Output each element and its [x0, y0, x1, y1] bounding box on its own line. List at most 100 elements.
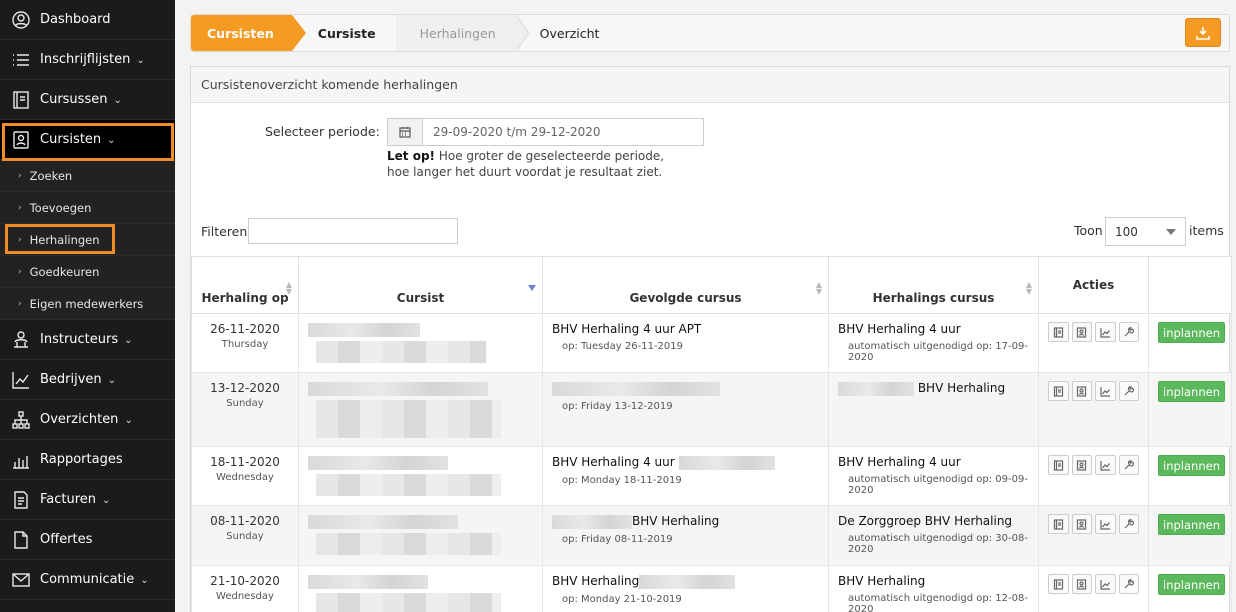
- sidebar-item-communicatie[interactable]: Communicatie ⌄: [0, 560, 175, 600]
- course-title-label: BHV Herhaling: [552, 574, 640, 588]
- header-label: Herhalings cursus: [872, 291, 995, 305]
- day-value: Sunday: [226, 531, 264, 542]
- herhalingen-panel: Cursistenoverzicht komende herhalingen S…: [190, 66, 1232, 612]
- sidebar-subitem-zoeken[interactable]: › Zoeken: [0, 160, 175, 192]
- column-header-herhaling-op[interactable]: Herhaling op ▲ ▼: [191, 256, 299, 314]
- sidebar-item-cursisten[interactable]: Cursisten ⌄: [0, 120, 175, 160]
- column-header-gevolgde-cursus[interactable]: Gevolgde cursus ▲ ▼: [542, 256, 829, 314]
- wrench-icon[interactable]: [1118, 514, 1139, 534]
- filter-input[interactable]: [248, 218, 458, 244]
- course-title[interactable]: BHV Herhaling: [552, 514, 819, 529]
- column-header-herhalings-cursus[interactable]: Herhalings cursus ▲ ▼: [828, 256, 1039, 314]
- breadcrumb-item-cursiste[interactable]: Cursiste: [291, 15, 396, 51]
- repeat-course-title[interactable]: De Zorggroep BHV Herhaling: [838, 514, 1029, 528]
- repeat-course-title[interactable]: BHV Herhaling: [838, 574, 1029, 588]
- chevron-right-icon: ›: [18, 234, 22, 245]
- redacted-cursist: [308, 322, 420, 337]
- repeat-cell: BHV Herhaling 4 uur automatisch uitgenodi…: [828, 446, 1039, 506]
- wrench-icon[interactable]: [1118, 574, 1139, 594]
- course-title[interactable]: BHV Herhaling 4 uur: [552, 455, 819, 470]
- day-value: Wednesday: [216, 472, 274, 483]
- redacted-cursist: [308, 455, 448, 470]
- chart-icon[interactable]: [1095, 514, 1116, 534]
- repeat-invite-date: automatisch uitgenodigd op: 17-09-2020: [848, 341, 1028, 363]
- date-value: 26-11-2020: [210, 322, 280, 336]
- instructor-icon: [10, 329, 32, 351]
- redacted-course: [678, 455, 775, 470]
- inplannen-button[interactable]: inplannen: [1158, 322, 1225, 343]
- sidebar-subitem-herhalingen[interactable]: › Herhalingen: [0, 224, 175, 256]
- sidebar-item-overzichten[interactable]: Overzichten ⌄: [0, 400, 175, 440]
- repeat-course-title[interactable]: BHV Herhaling: [838, 381, 1029, 396]
- course-title[interactable]: BHV Herhaling 4 uur APT: [552, 322, 819, 336]
- course-title-label: BHV Herhaling 4 uur: [552, 455, 675, 469]
- wrench-icon[interactable]: [1118, 381, 1139, 401]
- repeat-course-title[interactable]: BHV Herhaling 4 uur: [838, 322, 1029, 336]
- sidebar: Dashboard Inschrijflijsten ⌄ Cursussen ⌄…: [0, 0, 175, 612]
- chart-icon[interactable]: [1095, 574, 1116, 594]
- student-icon[interactable]: [1071, 455, 1092, 475]
- sidebar-subitem-toevoegen[interactable]: › Toevoegen: [0, 192, 175, 224]
- sidebar-item-label: Instructeurs: [40, 332, 119, 347]
- table-row: 18-11-2020 Wednesday BHV Herhaling 4 uur …: [191, 446, 1232, 506]
- sidebar-item-label: Rapportages: [40, 452, 123, 467]
- inplannen-button[interactable]: inplannen: [1158, 381, 1225, 402]
- sidebar-item-cursussen[interactable]: Cursussen ⌄: [0, 80, 175, 120]
- course-book-icon[interactable]: [1048, 381, 1069, 401]
- plan-cell: inplannen: [1148, 505, 1232, 566]
- sidebar-subitem-eigen-medewerkers[interactable]: › Eigen medewerkers: [0, 288, 175, 320]
- sort-icon: ▲ ▼: [285, 280, 292, 296]
- repeat-course-title[interactable]: BHV Herhaling 4 uur: [838, 455, 1029, 469]
- course-book-icon[interactable]: [1048, 455, 1069, 475]
- sidebar-item-label: Inschrijflijsten: [40, 52, 131, 67]
- sidebar-subitem-goedkeuren[interactable]: › Goedkeuren: [0, 256, 175, 288]
- sidebar-item-bedrijven[interactable]: Bedrijven ⌄: [0, 360, 175, 400]
- student-icon[interactable]: [1071, 514, 1092, 534]
- header-label: Gevolgde cursus: [629, 291, 742, 305]
- sidebar-item-label: Cursisten: [40, 132, 102, 147]
- student-icon: [10, 129, 32, 151]
- course-book-icon[interactable]: [1048, 514, 1069, 534]
- inplannen-button[interactable]: inplannen: [1158, 574, 1225, 595]
- chart-icon[interactable]: [1095, 455, 1116, 475]
- chart-icon[interactable]: [1095, 381, 1116, 401]
- breadcrumb-item-herhalingen[interactable]: Herhalingen: [395, 15, 529, 51]
- chart-icon[interactable]: [1095, 322, 1116, 342]
- sidebar-subitem-label: Herhalingen: [29, 232, 100, 247]
- course-title[interactable]: BHV Herhaling: [552, 574, 819, 589]
- breadcrumb-item-cursisten[interactable]: Cursisten: [191, 15, 306, 51]
- course-title[interactable]: [552, 381, 819, 396]
- course-book-icon[interactable]: [1048, 574, 1069, 594]
- calendar-icon[interactable]: [388, 119, 423, 145]
- redacted-course: [552, 514, 632, 529]
- period-value: 29-09-2020 t/m 29-12-2020: [433, 125, 601, 139]
- day-value: Sunday: [226, 398, 264, 409]
- course-book-icon[interactable]: [1048, 322, 1069, 342]
- student-icon[interactable]: [1071, 322, 1092, 342]
- sidebar-item-rapportages[interactable]: Rapportages: [0, 440, 175, 480]
- chevron-down-icon: ⌄: [140, 575, 149, 586]
- student-icon[interactable]: [1071, 381, 1092, 401]
- period-field[interactable]: 29-09-2020 t/m 29-12-2020: [387, 118, 704, 146]
- sidebar-item-inschrijflijsten[interactable]: Inschrijflijsten ⌄: [0, 40, 175, 80]
- wrench-icon[interactable]: [1118, 455, 1139, 475]
- wrench-icon[interactable]: [1118, 322, 1139, 342]
- mail-icon: [10, 569, 32, 591]
- student-icon[interactable]: [1071, 574, 1092, 594]
- sidebar-item-instructeurs[interactable]: Instructeurs ⌄: [0, 320, 175, 360]
- sidebar-item-offertes[interactable]: Offertes: [0, 520, 175, 560]
- inplannen-button[interactable]: inplannen: [1158, 514, 1225, 535]
- redacted-course: [639, 574, 736, 589]
- sort-desc-icon: [528, 285, 536, 291]
- date-cell: 18-11-2020 Wednesday: [191, 446, 299, 506]
- sidebar-item-dashboard[interactable]: Dashboard: [0, 0, 175, 40]
- redacted-block: [316, 340, 486, 363]
- inplannen-button[interactable]: inplannen: [1158, 455, 1225, 476]
- sidebar-item-facturen[interactable]: Facturen ⌄: [0, 480, 175, 520]
- repeat-cell: BHV Herhaling 4 uur automatisch uitgenodi…: [828, 313, 1039, 373]
- date-value: 08-11-2020: [210, 514, 280, 528]
- page-size-select[interactable]: 100: [1105, 217, 1186, 246]
- column-header-cursist[interactable]: Cursist: [298, 256, 543, 314]
- period-label: Selecteer periode:: [265, 124, 380, 139]
- export-button[interactable]: [1185, 18, 1221, 47]
